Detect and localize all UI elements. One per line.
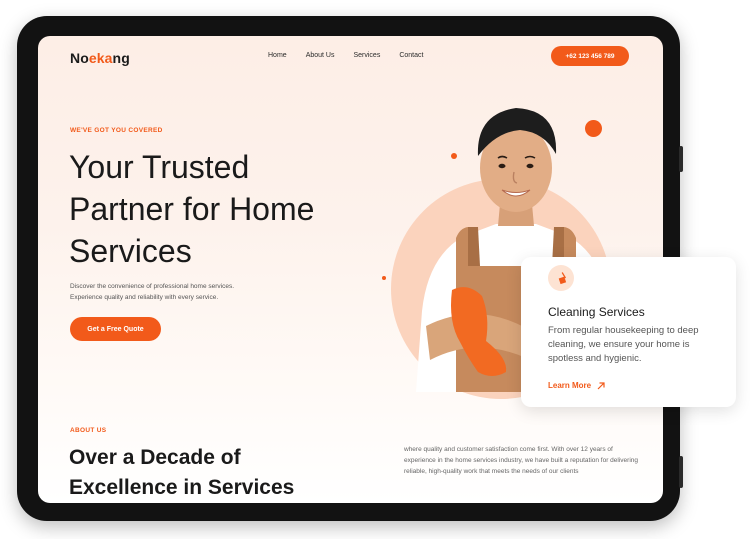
hero-description-line: Experience quality and reliability with … [70,294,219,301]
hero-title-line: Services [69,233,192,269]
about-title-line: Excellence in Services [69,476,295,499]
hero-title: Your Trusted Partner for Home Services [69,146,369,272]
hero-eyebrow: WE'VE GOT YOU COVERED [70,127,163,134]
logo-text: ng [112,50,130,66]
phone-button[interactable]: +62 123 456 789 [551,46,629,66]
learn-more-label: Learn More [548,381,592,390]
about-eyebrow: ABOUT US [70,427,107,434]
learn-more-link[interactable]: Learn More [548,381,605,390]
nav-about-us[interactable]: About Us [306,52,335,59]
service-card-title: Cleaning Services [548,305,645,319]
about-title: Over a Decade of Excellence in Services [69,443,359,503]
broom-icon [548,265,574,291]
hero-title-line: Your Trusted [69,149,250,185]
service-card-description: From regular housekeeping to deep cleani… [548,325,699,364]
tablet-side-button [679,456,683,488]
nav-services[interactable]: Services [353,52,380,59]
nav-contact[interactable]: Contact [399,52,423,59]
arrow-up-right-icon [597,381,605,389]
logo[interactable]: Noekang [70,50,130,66]
decorative-dot [382,276,386,280]
get-quote-button[interactable]: Get a Free Quote [70,317,161,341]
hero-description-line: Discover the convenience of professional… [70,283,235,290]
logo-text: No [70,50,89,66]
logo-accent-text: eka [88,50,113,66]
hero-title-line: Partner for Home [69,191,315,227]
service-card[interactable]: Cleaning Services From regular housekeep… [521,257,736,407]
about-text: where quality and customer satisfaction … [404,446,639,475]
tablet-side-button [679,146,683,172]
nav-home[interactable]: Home [268,52,287,59]
main-nav: Home About Us Services Contact [268,52,423,59]
about-title-line: Over a Decade of [69,446,241,469]
hero-description: Discover the convenience of professional… [70,281,290,303]
